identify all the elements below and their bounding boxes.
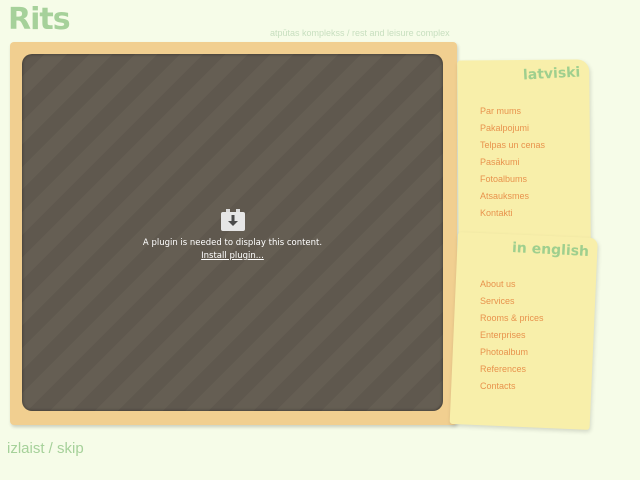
plugin-download-icon	[221, 209, 245, 231]
nav-item-fotoalbums[interactable]: Fotoalbums	[480, 171, 545, 188]
nav-item-about-us[interactable]: About us	[480, 276, 544, 293]
site-tagline: atpūtas komplekss / rest and leisure com…	[270, 28, 450, 38]
nav-item-atsauksmes[interactable]: Atsauksmes	[480, 188, 545, 205]
nav-item-pasakumi[interactable]: Pasākumi	[480, 154, 545, 171]
skip-link[interactable]: izlaist / skip	[7, 440, 84, 457]
nav-item-rooms-prices[interactable]: Rooms & prices	[480, 310, 544, 327]
nav-item-services[interactable]: Services	[480, 293, 544, 310]
plugin-message: A plugin is needed to display this conte…	[142, 238, 323, 248]
plugin-placeholder[interactable]: A plugin is needed to display this conte…	[22, 54, 443, 411]
nav-item-references[interactable]: References	[480, 361, 544, 378]
nav-heading-latvian: latviski	[522, 64, 581, 84]
nav-item-enterprises[interactable]: Enterprises	[480, 327, 544, 344]
install-plugin-link[interactable]: Install plugin...	[22, 251, 443, 261]
nav-item-photoalbum[interactable]: Photoalbum	[480, 344, 544, 361]
nav-item-kontakti[interactable]: Kontakti	[480, 205, 545, 222]
nav-item-pakalpojumi[interactable]: Pakalpojumi	[480, 120, 545, 137]
nav-menu-english: About us Services Rooms & prices Enterpr…	[480, 276, 544, 395]
site-logo[interactable]: Rits	[8, 2, 71, 37]
nav-item-telpas-un-cenas[interactable]: Telpas un cenas	[480, 137, 545, 154]
nav-item-par-mums[interactable]: Par mums	[480, 103, 545, 120]
nav-item-contacts[interactable]: Contacts	[480, 378, 544, 395]
nav-menu-latvian: Par mums Pakalpojumi Telpas un cenas Pas…	[480, 103, 545, 222]
